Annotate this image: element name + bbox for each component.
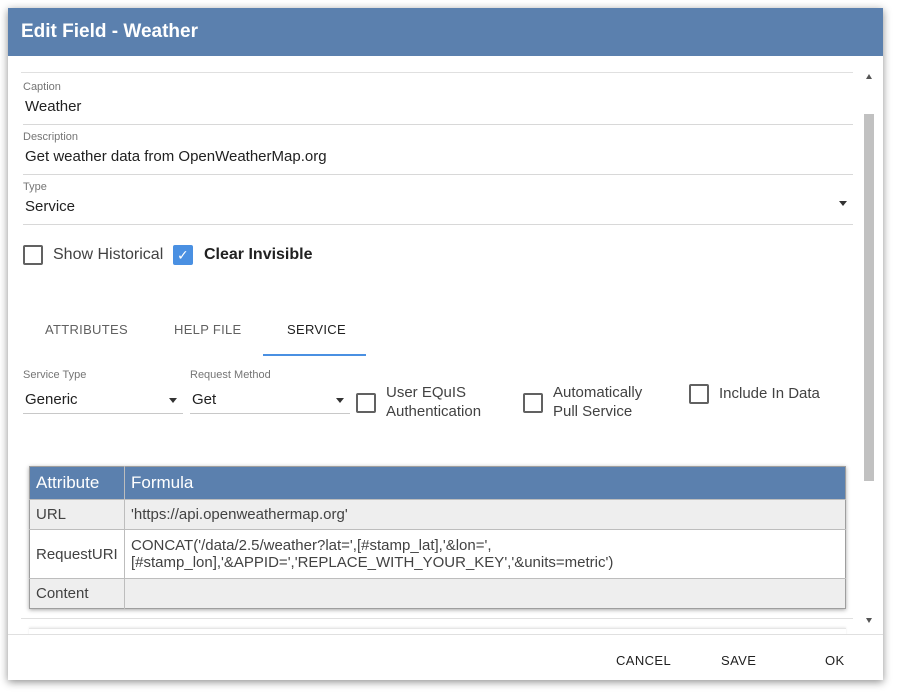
type-label: Type — [23, 181, 47, 193]
clear-invisible-label[interactable]: Clear Invisible — [204, 246, 313, 264]
active-tab-indicator — [263, 354, 366, 356]
formula-line: [#stamp_lon],'&APPID=','REPLACE_WITH_YOU… — [131, 554, 614, 571]
clear-invisible-checkbox[interactable]: ✓ — [173, 245, 193, 265]
cancel-button[interactable]: CANCEL — [616, 653, 671, 668]
formula-cell[interactable] — [124, 578, 846, 609]
attribute-cell[interactable]: Content — [29, 578, 125, 609]
attribute-formula-table: Attribute Formula URL 'https://api.openw… — [29, 466, 846, 609]
show-historical-checkbox[interactable] — [23, 245, 43, 265]
edit-field-dialog: Edit Field - Weather Caption Weather Des… — [8, 8, 883, 680]
table-row[interactable]: Content — [29, 578, 846, 609]
type-select[interactable]: Type Service — [23, 174, 853, 225]
table-row[interactable]: RequestURI CONCAT('/data/2.5/weather?lat… — [29, 529, 846, 579]
description-field[interactable]: Description Get weather data from OpenWe… — [23, 124, 853, 175]
chevron-down-icon[interactable] — [169, 398, 177, 403]
type-value[interactable]: Service — [25, 198, 75, 215]
scroll-up-arrow-icon[interactable] — [866, 74, 872, 79]
save-button[interactable]: SAVE — [721, 653, 756, 668]
formula-cell[interactable]: 'https://api.openweathermap.org' — [124, 499, 846, 530]
formula-line: CONCAT('/data/2.5/weather?lat=',[#stamp_… — [131, 537, 492, 554]
scroll-down-arrow-icon[interactable] — [866, 618, 872, 623]
request-method-label: Request Method — [190, 369, 271, 381]
divider — [21, 72, 853, 73]
dialog-footer: CANCEL SAVE OK — [8, 634, 883, 680]
attribute-cell[interactable]: URL — [29, 499, 125, 530]
auto-pull-label-line2[interactable]: Pull Service — [553, 403, 632, 420]
caption-field[interactable]: Caption Weather — [23, 74, 853, 125]
auto-pull-service-checkbox[interactable] — [523, 393, 543, 413]
service-type-label: Service Type — [23, 369, 87, 381]
table-header-row: Attribute Formula — [29, 466, 846, 500]
caption-label: Caption — [23, 81, 61, 93]
column-header-formula[interactable]: Formula — [124, 466, 846, 500]
check-icon: ✓ — [177, 247, 189, 263]
ok-button[interactable]: OK — [825, 653, 845, 668]
service-type-select[interactable]: Generic — [23, 387, 183, 414]
description-label: Description — [23, 131, 79, 143]
tab-service[interactable]: SERVICE — [287, 322, 346, 337]
request-method-value[interactable]: Get — [192, 391, 216, 408]
column-header-attribute[interactable]: Attribute — [29, 466, 125, 500]
dialog-title: Edit Field - Weather — [21, 21, 199, 42]
user-equis-auth-label-line1[interactable]: User EQuIS — [386, 384, 466, 401]
user-equis-auth-label-line2[interactable]: Authentication — [386, 403, 481, 420]
divider — [21, 618, 853, 619]
user-equis-auth-checkbox[interactable] — [356, 393, 376, 413]
chevron-down-icon[interactable] — [336, 398, 344, 403]
show-historical-label[interactable]: Show Historical — [53, 246, 163, 264]
caption-input[interactable]: Weather — [25, 98, 81, 115]
tab-attributes[interactable]: ATTRIBUTES — [45, 322, 128, 337]
auto-pull-label-line1[interactable]: Automatically — [553, 384, 642, 401]
include-in-data-checkbox[interactable] — [689, 384, 709, 404]
table-row[interactable]: URL 'https://api.openweathermap.org' — [29, 499, 846, 530]
tab-help-file[interactable]: HELP FILE — [174, 322, 242, 337]
formula-cell[interactable]: CONCAT('/data/2.5/weather?lat=',[#stamp_… — [124, 529, 846, 579]
dialog-titlebar: Edit Field - Weather — [8, 8, 883, 56]
vertical-scrollbar[interactable] — [863, 64, 877, 634]
attribute-cell[interactable]: RequestURI — [29, 529, 125, 579]
description-input[interactable]: Get weather data from OpenWeatherMap.org — [25, 148, 327, 165]
dialog-body: Caption Weather Description Get weather … — [8, 56, 883, 634]
chevron-down-icon[interactable] — [839, 201, 847, 206]
service-type-value[interactable]: Generic — [25, 391, 78, 408]
scroll-thumb[interactable] — [864, 114, 874, 481]
request-method-select[interactable]: Get — [190, 387, 350, 414]
include-in-data-label[interactable]: Include In Data — [719, 385, 820, 402]
